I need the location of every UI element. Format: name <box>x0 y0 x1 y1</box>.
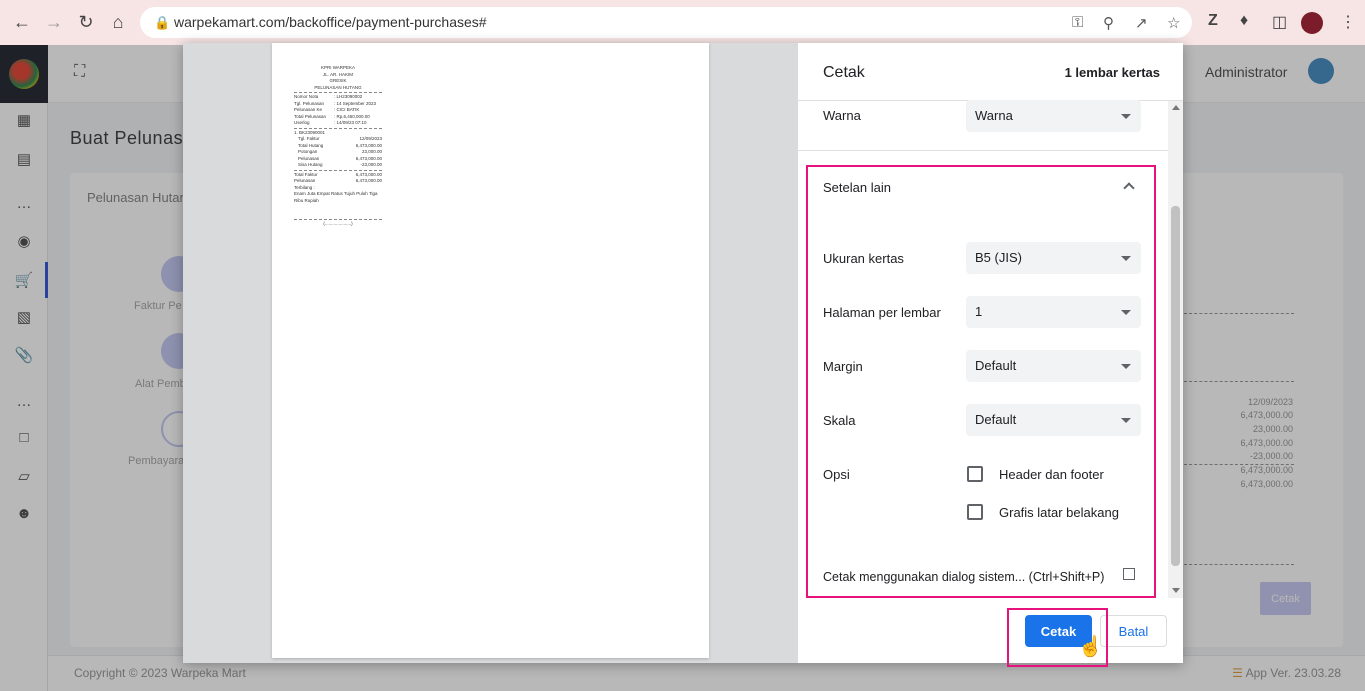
hand-cursor-icon: ☝ <box>1078 636 1103 658</box>
receipt: KPRI WARPEKA JL. AR. HAKIM GRESIK PELUNA… <box>294 65 382 228</box>
scroll-down-icon[interactable] <box>1172 588 1180 593</box>
preview-page: KPRI WARPEKA JL. AR. HAKIM GRESIK PELUNA… <box>272 43 709 658</box>
scroll-up-icon[interactable] <box>1172 105 1180 110</box>
receipt-header-line: PELUNASAN HUTANG <box>314 84 362 90</box>
url-text[interactable]: warpekamart.com/backoffice/payment-purch… <box>174 14 487 30</box>
home-icon[interactable]: ⌂ <box>107 11 129 33</box>
key-icon[interactable]: ⚿ <box>1072 14 1083 31</box>
color-select[interactable]: Warna <box>966 100 1141 132</box>
cancel-button[interactable]: Batal <box>1100 615 1167 647</box>
receipt-item-row: Sisa Hutang -23,000.00 <box>298 162 382 167</box>
highlight-box <box>806 165 1156 598</box>
receipt-terbilang: Enam Juta Empat Ratus Tujuh Puluh Tiga R… <box>294 191 378 203</box>
reload-icon[interactable]: ↻ <box>75 11 97 33</box>
receipt-signature: (.....................) <box>323 221 353 226</box>
scroll-thumb[interactable] <box>1171 206 1180 566</box>
color-value: Warna <box>975 108 1013 123</box>
receipt-info-row: Userlog: 14/09/23 07:10 <box>294 120 367 125</box>
sidepanel-icon[interactable]: ◫ <box>1272 12 1287 32</box>
share-icon[interactable]: ↗ <box>1135 14 1148 32</box>
browser-toolbar: ← → ↻ ⌂ 🔒 warpekamart.com/backoffice/pay… <box>0 0 1365 45</box>
forward-icon[interactable]: → <box>43 11 65 33</box>
extension-z-icon[interactable]: Z <box>1208 12 1218 30</box>
divider <box>798 150 1168 151</box>
menu-kebab-icon[interactable]: ⋮ <box>1340 12 1356 32</box>
scrollbar[interactable] <box>1168 101 1183 598</box>
back-icon[interactable]: ← <box>11 11 33 33</box>
bookmark-star-icon[interactable]: ☆ <box>1167 14 1180 32</box>
print-title: Cetak <box>823 64 865 81</box>
color-label: Warna <box>823 108 861 123</box>
profile-avatar[interactable] <box>1301 12 1323 34</box>
sheet-count: 1 lembar kertas <box>1064 65 1160 80</box>
address-bar[interactable]: 🔒 warpekamart.com/backoffice/payment-pur… <box>140 7 1192 38</box>
lock-icon: 🔒 <box>154 15 171 30</box>
print-preview: KPRI WARPEKA JL. AR. HAKIM GRESIK PELUNA… <box>183 43 798 663</box>
caret-down-icon <box>1121 114 1131 119</box>
print-header: Cetak 1 lembar kertas <box>798 43 1183 101</box>
puzzle-icon[interactable]: ♦ <box>1240 12 1248 30</box>
zoom-icon[interactable]: ⚲ <box>1103 14 1114 32</box>
